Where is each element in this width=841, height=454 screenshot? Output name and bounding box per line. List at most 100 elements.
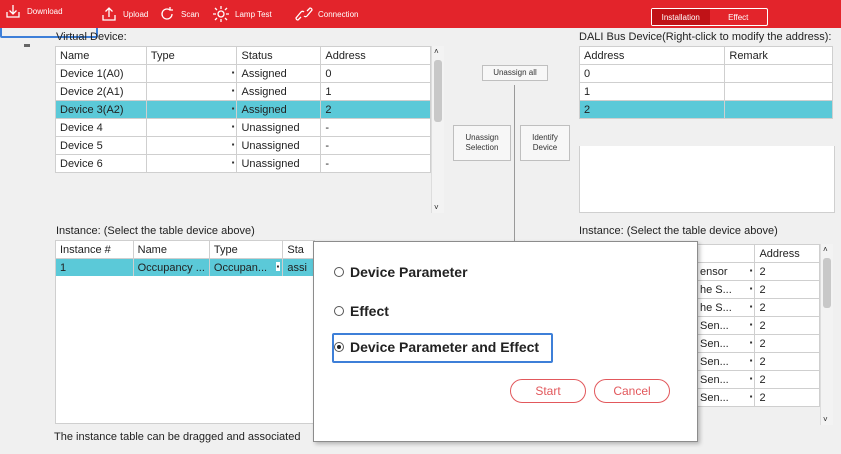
cell-address[interactable]: 1 [578, 82, 726, 101]
cell-remark[interactable] [724, 100, 833, 119]
cell-remark[interactable] [724, 82, 833, 101]
dali-bus-table[interactable]: Address Remark 0 1 2 [578, 46, 833, 119]
dropdown-arrow-icon[interactable]: ▪ [750, 356, 753, 365]
dropdown-arrow-icon[interactable]: ▪ [750, 266, 753, 275]
dropdown-arrow-icon[interactable]: ▪ [750, 320, 753, 329]
virtual-device-table[interactable]: Name Type Status Address Device 1(A0) ▪ … [55, 46, 431, 173]
connection-button[interactable]: Connection [295, 4, 358, 24]
mode-effect[interactable]: Effect [710, 9, 768, 25]
instance-right-scrollbar[interactable]: ˄ ˅ [820, 244, 833, 425]
type-combo[interactable]: Sen... ▪ [694, 334, 756, 353]
type-combo[interactable]: Sen... ▪ [694, 316, 756, 335]
type-combo[interactable]: Sen... ▪ [694, 370, 756, 389]
table-row[interactable]: 1 [578, 82, 833, 101]
dropdown-arrow-icon[interactable]: ▪ [275, 262, 281, 271]
table-row[interactable]: Device 5 ▪ Unassigned - [55, 136, 431, 155]
table-row[interactable]: he S... ▪ 2 [694, 280, 820, 299]
dropdown-arrow-icon[interactable]: ▪ [750, 338, 753, 347]
dropdown-arrow-icon[interactable]: ▪ [232, 68, 235, 77]
scroll-up-icon[interactable]: ˄ [823, 245, 828, 254]
dropdown-arrow-icon[interactable]: ▪ [750, 392, 753, 401]
table-row[interactable]: he S... ▪ 2 [694, 298, 820, 317]
column-header[interactable]: Type [145, 46, 238, 65]
column-header[interactable]: Remark [724, 46, 833, 65]
column-header[interactable]: Name [55, 46, 147, 65]
column-header[interactable]: Name [132, 240, 210, 259]
dropdown-arrow-icon[interactable]: ▪ [232, 158, 235, 167]
column-header[interactable]: Sta [282, 240, 315, 259]
cell-name[interactable]: Device 2(A1) [55, 82, 147, 101]
mode-toggle[interactable]: Installation Effect [651, 8, 768, 26]
column-header[interactable]: Status [236, 46, 322, 65]
table-row[interactable]: Sen... ▪ 2 [694, 316, 820, 335]
type-combo[interactable]: ▪ [145, 82, 238, 101]
scroll-up-icon[interactable]: ˄ [434, 47, 439, 56]
instance-right-table[interactable]: Address ensor ▪ 2 he S... ▪ 2 he S... ▪ 2 Sen.… [694, 244, 820, 407]
table-row[interactable]: 0 [578, 64, 833, 83]
radio-effect[interactable]: Effect [334, 303, 389, 319]
type-combo[interactable]: he S... ▪ [694, 298, 756, 317]
cell-name[interactable]: Device 5 [55, 136, 147, 155]
scrollbar-thumb[interactable] [823, 258, 831, 308]
table-row[interactable]: Sen... ▪ 2 [694, 352, 820, 371]
cell-remark[interactable] [724, 64, 833, 83]
table-row-selected[interactable]: Device 3(A2) ▪ Assigned 2 [55, 100, 431, 119]
column-header[interactable]: Address [754, 244, 820, 263]
cell-name[interactable]: Device 4 [55, 118, 147, 137]
unassign-all-button[interactable]: Unassign all [482, 65, 548, 81]
type-combo[interactable]: Sen... ▪ [694, 352, 756, 371]
type-combo[interactable]: ▪ [145, 118, 238, 137]
type-combo[interactable]: ensor ▪ [694, 262, 756, 281]
table-row-selected[interactable]: 2 [578, 100, 833, 119]
type-combo[interactable]: Occupan... ▪ [208, 258, 284, 277]
cell-address[interactable]: 2 [578, 100, 726, 119]
start-button[interactable]: Start [510, 379, 586, 403]
dropdown-arrow-icon[interactable]: ▪ [232, 122, 235, 131]
table-row[interactable]: Device 1(A0) ▪ Assigned 0 [55, 64, 431, 83]
dropdown-arrow-icon[interactable]: ▪ [232, 140, 235, 149]
column-header[interactable]: Address [578, 46, 726, 65]
table-row[interactable]: Sen... ▪ 2 [694, 388, 820, 407]
type-combo[interactable]: ▪ [145, 64, 238, 83]
dali-bus-empty-area[interactable] [579, 146, 835, 213]
table-row-selected[interactable]: 1 Occupancy ... Occupan... ▪ assi [55, 258, 315, 277]
table-row[interactable]: ensor ▪ 2 [694, 262, 820, 281]
type-combo[interactable]: he S... ▪ [694, 280, 756, 299]
radio-device-parameter[interactable]: Device Parameter [334, 264, 468, 280]
cell-name[interactable]: Device 3(A2) [55, 100, 147, 119]
upload-button[interactable]: Upload [100, 4, 148, 24]
table-row[interactable]: Device 6 ▪ Unassigned - [55, 154, 431, 173]
table-row[interactable]: Sen... ▪ 2 [694, 334, 820, 353]
virtual-device-scrollbar[interactable]: ˄ ˅ [431, 46, 444, 213]
instance-left-table[interactable]: Instance # Name Type Sta 1 Occupancy ...… [55, 240, 315, 277]
scan-button[interactable]: Scan [158, 4, 199, 24]
table-row[interactable]: Sen... ▪ 2 [694, 370, 820, 389]
type-combo[interactable]: ▪ [145, 154, 238, 173]
type-combo[interactable]: ▪ [145, 136, 238, 155]
cancel-button[interactable]: Cancel [594, 379, 670, 403]
instance-left-empty-area[interactable] [55, 276, 316, 424]
unassign-selection-button[interactable]: Unassign Selection [453, 125, 511, 161]
scroll-down-icon[interactable]: ˅ [823, 415, 828, 424]
scrollbar-thumb[interactable] [434, 60, 442, 122]
mode-installation[interactable]: Installation [652, 9, 710, 25]
type-combo[interactable]: ▪ [145, 100, 238, 119]
radio-device-parameter-and-effect[interactable]: Device Parameter and Effect [334, 339, 539, 355]
type-combo[interactable]: Sen... ▪ [694, 388, 756, 407]
dropdown-arrow-icon[interactable]: ▪ [750, 302, 753, 311]
identify-device-button[interactable]: Identify Device [520, 125, 570, 161]
column-header[interactable]: Instance # [55, 240, 134, 259]
table-row[interactable]: Device 4 ▪ Unassigned - [55, 118, 431, 137]
column-header[interactable]: Type [208, 240, 284, 259]
cell-name[interactable]: Device 6 [55, 154, 147, 173]
cell-name[interactable]: Device 1(A0) [55, 64, 147, 83]
cell-name[interactable]: Occupancy ... [132, 258, 210, 277]
dropdown-arrow-icon[interactable]: ▪ [232, 86, 235, 95]
cell-instance-number[interactable]: 1 [55, 258, 134, 277]
lamp-test-button[interactable]: Lamp Test [212, 4, 272, 24]
dropdown-arrow-icon[interactable]: ▪ [750, 284, 753, 293]
cell-address[interactable]: 0 [578, 64, 726, 83]
scroll-down-icon[interactable]: ˅ [434, 203, 439, 212]
table-row[interactable]: Device 2(A1) ▪ Assigned 1 [55, 82, 431, 101]
dropdown-arrow-icon[interactable]: ▪ [750, 374, 753, 383]
